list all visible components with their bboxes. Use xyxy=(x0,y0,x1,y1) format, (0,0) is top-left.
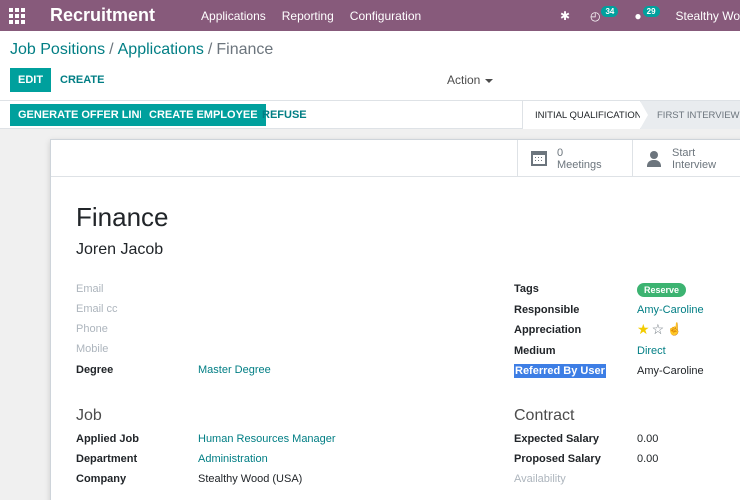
availability-label: Availability xyxy=(514,473,566,485)
medium-label: Medium xyxy=(514,345,556,357)
company-value[interactable]: Stealthy Wood (USA) xyxy=(198,473,302,485)
star-empty-icon[interactable]: ☆ xyxy=(652,322,665,336)
apps-menu-icon[interactable] xyxy=(0,0,34,31)
app-brand[interactable]: Recruitment xyxy=(50,5,155,26)
main-navbar: Recruitment Applications Reporting Confi… xyxy=(0,0,740,31)
applicant-name[interactable]: Joren Jacob xyxy=(76,241,163,259)
meetings-label: Meetings xyxy=(557,158,602,171)
medium-value[interactable]: Direct xyxy=(637,345,666,357)
caret-down-icon xyxy=(485,78,494,83)
top-menu: Applications Reporting Configuration xyxy=(201,9,437,23)
company-label: Company xyxy=(76,473,127,485)
action-label: Action xyxy=(447,73,481,87)
applied-job-value[interactable]: Human Resources Manager xyxy=(198,433,336,445)
form-sheet: 0 Meetings Start Interview Finance Joren… xyxy=(50,139,740,500)
responsible-value[interactable]: Amy-Caroline xyxy=(637,304,704,316)
calendar-icon xyxy=(529,151,549,166)
start-label: Start xyxy=(672,146,696,159)
proposed-salary-label: Proposed Salary xyxy=(514,453,601,465)
activity-menu[interactable]: ◴ 34 xyxy=(590,6,619,23)
mobile-label: Mobile xyxy=(76,343,109,355)
systray: ✱ ◴ 34 ● 29 Stealthy Wood xyxy=(560,0,740,31)
breadcrumb-applications[interactable]: Applications xyxy=(118,41,204,58)
job-section-title: Job xyxy=(76,407,102,424)
control-panel: Job Positions / Applications / Finance EDIT … xyxy=(0,31,740,101)
proposed-salary-value[interactable]: 0.00 xyxy=(637,453,658,465)
messaging-menu[interactable]: ● 29 xyxy=(634,6,660,23)
expected-salary-value[interactable]: 0.00 xyxy=(637,433,658,445)
create-button[interactable]: CREATE xyxy=(58,68,106,92)
interview-label: Interview xyxy=(672,158,717,171)
breadcrumb-separator: / xyxy=(207,41,213,58)
hand-pointer-icon: ☝ xyxy=(667,322,683,336)
applied-job-label: Applied Job xyxy=(76,433,139,445)
referred-by-value[interactable]: Amy-Caroline xyxy=(637,365,704,377)
tag-badge[interactable]: Reserve xyxy=(637,283,687,297)
menu-configuration[interactable]: Configuration xyxy=(350,9,421,23)
meetings-smart-button[interactable]: 0 Meetings xyxy=(517,140,633,177)
user-menu[interactable]: Stealthy Wood xyxy=(676,9,740,23)
user-icon xyxy=(644,150,664,167)
referred-by-label: Referred By User xyxy=(514,364,606,378)
degree-value[interactable]: Master Degree xyxy=(198,364,271,376)
menu-applications[interactable]: Applications xyxy=(201,9,266,23)
referred-by-label-text: Referred By User xyxy=(514,364,606,378)
comments-icon: ● xyxy=(634,8,642,23)
stage-first-interview[interactable]: FIRST INTERVIEW xyxy=(640,101,740,129)
create-employee-button[interactable]: CREATE EMPLOYEE xyxy=(141,104,266,126)
email-cc-label: Email cc xyxy=(76,303,118,315)
email-label: Email xyxy=(76,283,104,295)
responsible-label: Responsible xyxy=(514,304,580,316)
stage-pipeline: INITIAL QUALIFICATION FIRST INTERVIEW xyxy=(522,101,740,129)
clock-icon: ◴ xyxy=(590,8,601,23)
department-value[interactable]: Administration xyxy=(198,453,268,465)
stage-initial-qualification[interactable]: INITIAL QUALIFICATION xyxy=(522,101,648,129)
edit-button[interactable]: EDIT xyxy=(10,68,52,92)
breadcrumb-current: Finance xyxy=(216,41,274,58)
message-counter: 29 xyxy=(642,6,660,17)
appreciation-stars: ★ ☆ ☝ xyxy=(637,322,682,336)
meetings-count: 0 xyxy=(557,146,564,159)
action-dropdown[interactable]: Action xyxy=(447,73,494,87)
generate-offer-link-button[interactable]: GENERATE OFFER LINK xyxy=(10,104,156,126)
tags-label: Tags xyxy=(514,283,539,295)
department-label: Department xyxy=(76,453,138,465)
menu-reporting[interactable]: Reporting xyxy=(282,9,334,23)
breadcrumb: Job Positions / Applications / Finance xyxy=(10,41,273,59)
activity-counter: 34 xyxy=(601,6,619,17)
start-interview-smart-button[interactable]: Start Interview xyxy=(632,140,740,177)
debug-bug-icon[interactable]: ✱ xyxy=(560,9,574,23)
appreciation-label: Appreciation xyxy=(514,324,582,336)
smart-button-box: 0 Meetings Start Interview xyxy=(51,140,740,177)
applicant-subject[interactable]: Finance xyxy=(76,202,169,233)
expected-salary-label: Expected Salary xyxy=(514,433,599,445)
contract-section-title: Contract xyxy=(514,407,575,424)
degree-label: Degree xyxy=(76,364,114,376)
form-statusbar: GENERATE OFFER LINK CREATE EMPLOYEE REFU… xyxy=(0,101,740,129)
phone-label: Phone xyxy=(76,323,108,335)
star-filled-icon[interactable]: ★ xyxy=(637,322,650,336)
breadcrumb-separator: / xyxy=(109,41,114,58)
refuse-button[interactable]: REFUSE xyxy=(258,104,311,126)
breadcrumb-job-positions[interactable]: Job Positions xyxy=(10,41,105,58)
